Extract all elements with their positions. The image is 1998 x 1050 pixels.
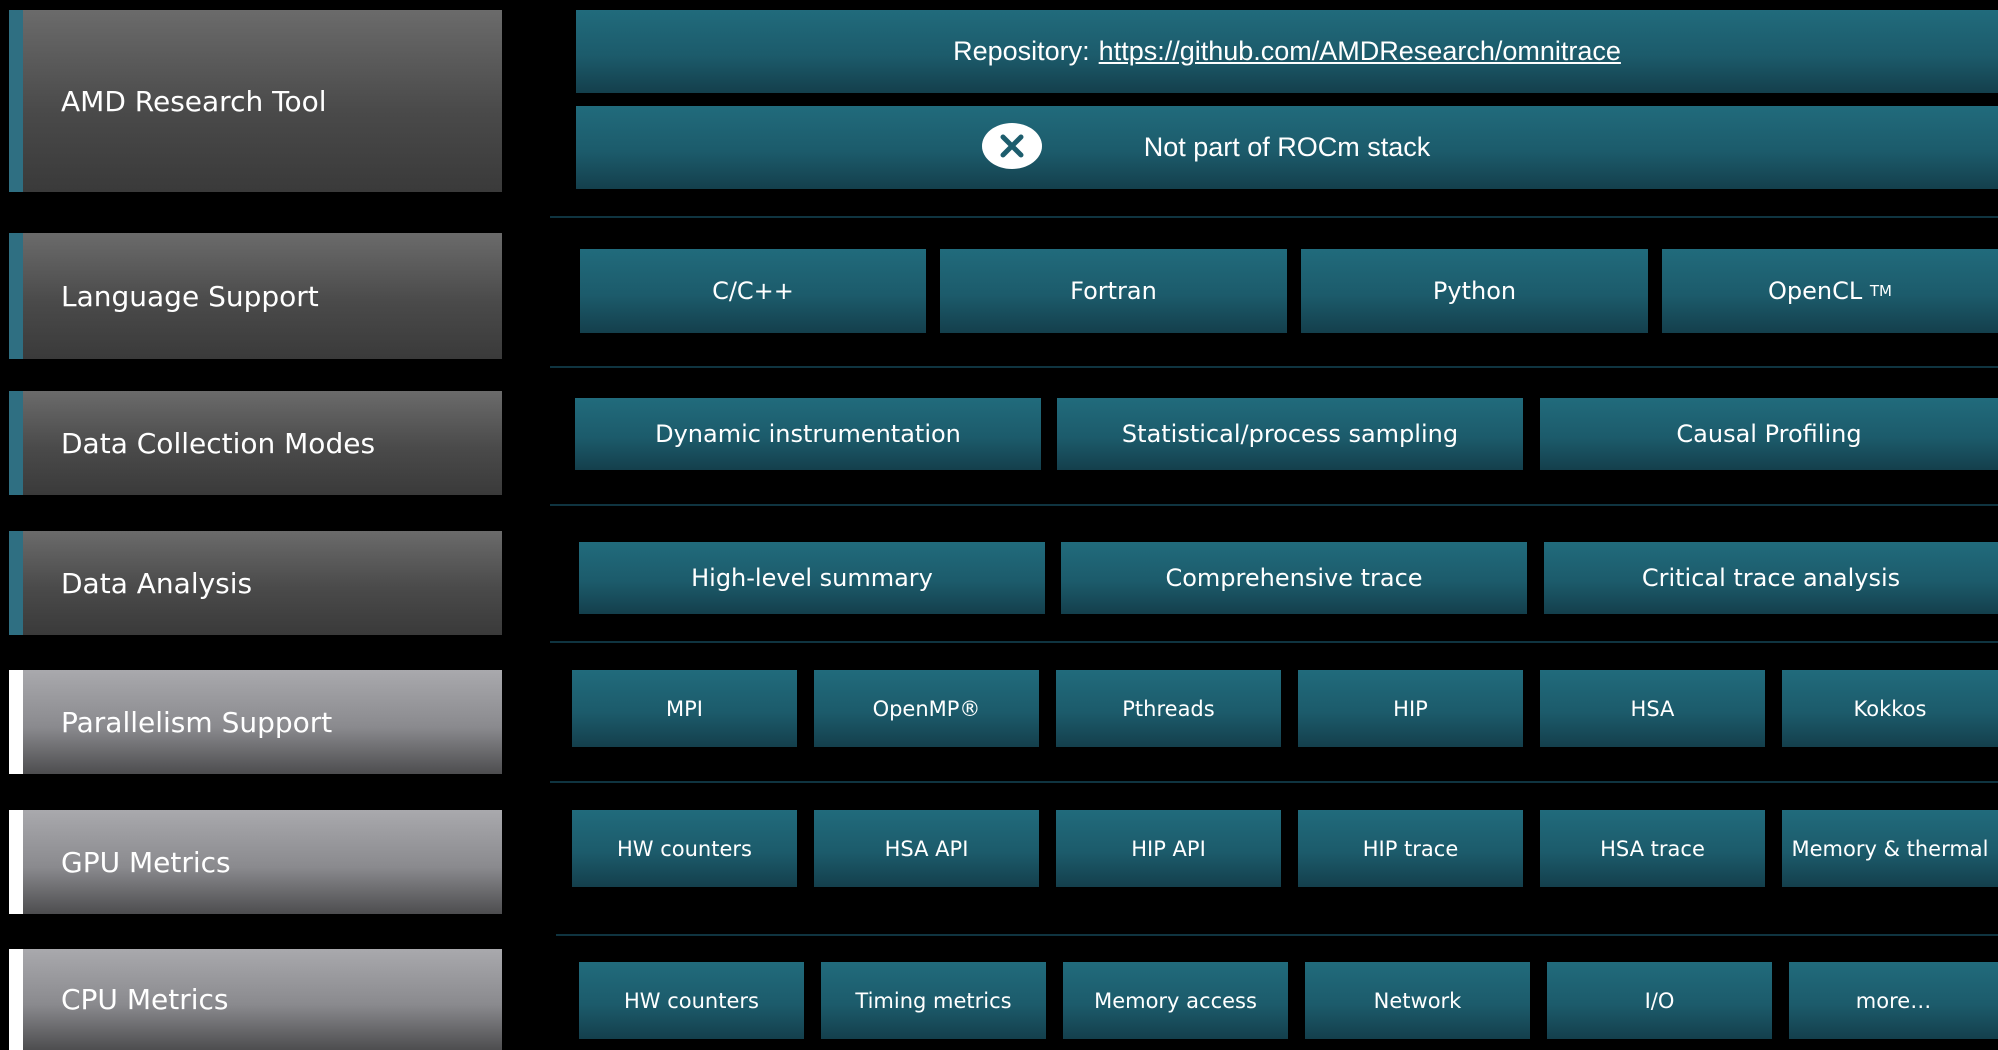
gpu-metric-label: HSA trace <box>1600 836 1705 861</box>
row-label-text: Data Analysis <box>61 566 253 600</box>
cpu-metric-box: Timing metrics <box>821 962 1046 1039</box>
collection-mode-box: Causal Profiling <box>1540 398 1998 470</box>
row-label-text: Language Support <box>61 279 319 313</box>
cpu-metric-label: HW counters <box>624 988 759 1013</box>
row-label-data-analysis: Data Analysis <box>9 531 502 635</box>
rocm-status-box: Not part of ROCm stack <box>576 106 1998 189</box>
collection-mode-box: Dynamic instrumentation <box>575 398 1041 470</box>
analysis-box: Critical trace analysis <box>1544 542 1998 614</box>
collection-mode-label: Statistical/process sampling <box>1121 420 1459 448</box>
collection-mode-box: Statistical/process sampling <box>1057 398 1523 470</box>
accent-bar <box>9 670 23 774</box>
language-label: C/C++ <box>712 277 794 305</box>
rocm-status-text: Not part of ROCm stack <box>1143 132 1431 162</box>
parallelism-box: HSA <box>1540 670 1765 747</box>
parallelism-label: Kokkos <box>1853 696 1927 721</box>
row-label-text: AMD Research Tool <box>61 84 327 118</box>
cpu-metric-label: Timing metrics <box>855 988 1012 1013</box>
row-label-gpu-metrics: GPU Metrics <box>9 810 502 914</box>
parallelism-label: HIP <box>1393 696 1428 721</box>
language-label: Python <box>1432 277 1517 305</box>
row-label-text: CPU Metrics <box>61 983 229 1016</box>
accent-bar <box>9 949 23 1050</box>
cpu-metric-label: Network <box>1373 988 1462 1013</box>
analysis-box: High-level summary <box>579 542 1045 614</box>
repository-box: Repository: https://github.com/AMDResear… <box>576 10 1998 93</box>
accent-bar <box>9 391 23 495</box>
gpu-metric-box: Memory & thermal <box>1782 810 1998 887</box>
language-box: Fortran <box>940 249 1287 333</box>
row-separator <box>550 216 1998 218</box>
collection-mode-label: Causal Profiling <box>1676 420 1862 448</box>
parallelism-box: OpenMP® <box>814 670 1039 747</box>
parallelism-label: MPI <box>666 696 703 721</box>
cpu-metric-box: Memory access <box>1063 962 1288 1039</box>
cpu-metric-label: Memory access <box>1094 988 1257 1013</box>
row-separator <box>556 934 1998 936</box>
cpu-metric-box: Network <box>1305 962 1530 1039</box>
row-label-text: GPU Metrics <box>61 845 231 879</box>
repository-prefix: Repository: <box>953 36 1090 66</box>
gpu-metric-box: HSA API <box>814 810 1039 887</box>
cpu-metric-box: more… <box>1789 962 1998 1039</box>
row-label-cpu-metrics: CPU Metrics <box>9 949 502 1050</box>
parallelism-box: Kokkos <box>1782 670 1998 747</box>
parallelism-box: HIP <box>1298 670 1523 747</box>
parallelism-label: HSA <box>1630 696 1675 721</box>
analysis-box: Comprehensive trace <box>1061 542 1527 614</box>
row-separator <box>550 504 1998 506</box>
gpu-metric-box: HIP trace <box>1298 810 1523 887</box>
row-separator <box>550 366 1998 368</box>
row-label-parallelism-support: Parallelism Support <box>9 670 502 774</box>
cpu-metric-box: HW counters <box>579 962 804 1039</box>
cpu-metric-label: more… <box>1855 988 1932 1013</box>
gpu-metric-box: HSA trace <box>1540 810 1765 887</box>
accent-bar <box>9 10 23 192</box>
accent-bar <box>9 233 23 359</box>
row-label-text: Parallelism Support <box>61 705 333 739</box>
parallelism-box: MPI <box>572 670 797 747</box>
accent-bar <box>9 810 23 914</box>
language-box: OpenCL TM <box>1662 249 1998 333</box>
parallelism-label: Pthreads <box>1122 696 1215 721</box>
accent-bar <box>9 531 23 635</box>
language-box: C/C++ <box>580 249 926 333</box>
gpu-metric-label: HIP trace <box>1362 836 1459 861</box>
x-icon <box>982 123 1042 169</box>
analysis-label: Comprehensive trace <box>1165 564 1423 592</box>
cpu-metric-box: I/O <box>1547 962 1772 1039</box>
row-label-data-collection-modes: Data Collection Modes <box>9 391 502 495</box>
cpu-metric-label: I/O <box>1644 988 1675 1013</box>
language-box: Python <box>1301 249 1648 333</box>
analysis-label: High-level summary <box>691 564 933 592</box>
analysis-label: Critical trace analysis <box>1641 564 1901 592</box>
language-label: Fortran <box>1070 277 1157 305</box>
parallelism-box: Pthreads <box>1056 670 1281 747</box>
gpu-metric-box: HW counters <box>572 810 797 887</box>
gpu-metric-box: HIP API <box>1056 810 1281 887</box>
row-label-amd-research-tool: AMD Research Tool <box>9 10 502 192</box>
gpu-metric-label: Memory & thermal <box>1791 836 1989 861</box>
gpu-metric-label: HIP API <box>1131 836 1206 861</box>
row-separator <box>550 781 1998 783</box>
gpu-metric-label: HSA API <box>884 836 969 861</box>
parallelism-label: OpenMP® <box>872 696 981 721</box>
row-label-text: Data Collection Modes <box>61 426 376 460</box>
row-label-language-support: Language Support <box>9 233 502 359</box>
language-label: OpenCL <box>1768 277 1863 305</box>
repository-link[interactable]: https://github.com/AMDResearch/omnitrace <box>1099 36 1621 67</box>
row-separator <box>550 641 1998 643</box>
trademark-mark: TM <box>1869 282 1892 300</box>
collection-mode-label: Dynamic instrumentation <box>655 420 961 448</box>
gpu-metric-label: HW counters <box>617 836 752 861</box>
